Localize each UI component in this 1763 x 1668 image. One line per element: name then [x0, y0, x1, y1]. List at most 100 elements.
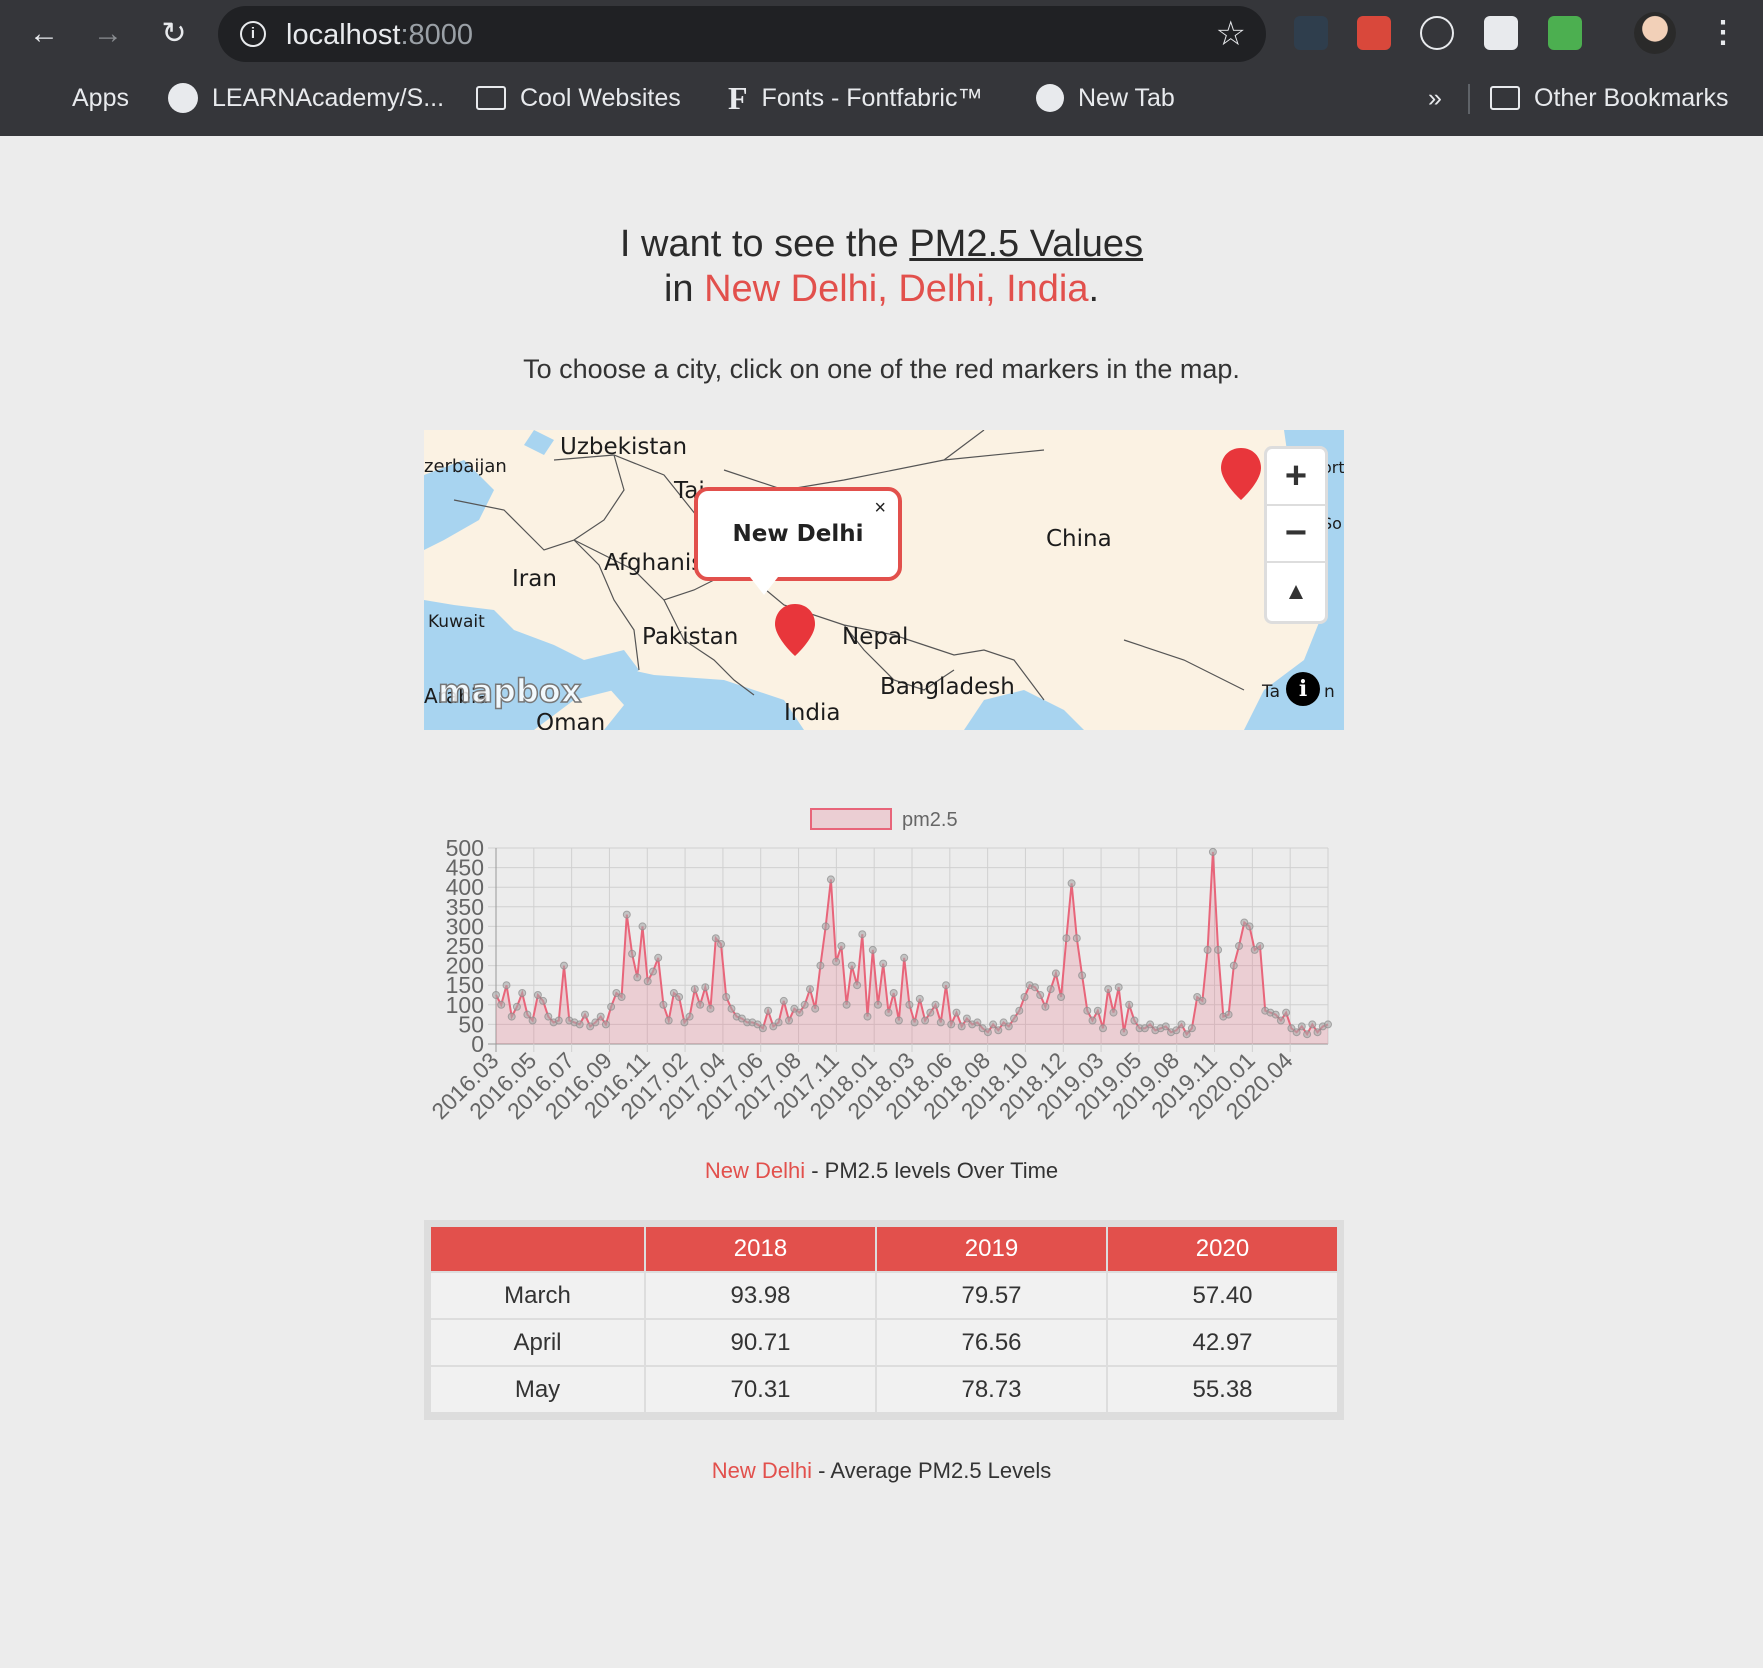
- headline-prefix: I want to see the: [619, 223, 910, 265]
- address-bar[interactable]: i localhost:8000 ☆: [218, 6, 1266, 62]
- back-arrow-icon[interactable]: ←: [24, 14, 64, 54]
- bookmark-label: Fonts - Fontfabric™: [761, 83, 983, 112]
- bookmark-label: Apps: [72, 83, 129, 112]
- data-point: [863, 1012, 872, 1021]
- data-point: [1041, 1002, 1050, 1011]
- data-point: [591, 1018, 600, 1027]
- data-point: [1172, 1026, 1181, 1035]
- data-point: [1072, 934, 1081, 943]
- compass-reset-button[interactable]: ▲: [1267, 563, 1325, 620]
- city-marker-new-delhi[interactable]: [772, 602, 818, 658]
- city-map[interactable]: Uzbekistan zerbaijan Taj China Iran Afgh…: [424, 430, 1344, 730]
- data-point: [664, 1016, 673, 1025]
- reload-icon[interactable]: ↻: [154, 14, 194, 54]
- legend-label: pm2.5: [902, 809, 958, 831]
- bookmark-label: New Tab: [1078, 83, 1175, 112]
- data-point: [806, 985, 814, 994]
- data-point: [1198, 996, 1207, 1005]
- data-point: [926, 1008, 935, 1017]
- chart-caption: New Delhi - PM2.5 levels Over Time: [0, 1158, 1763, 1184]
- data-point: [1282, 1008, 1291, 1017]
- github-icon: [168, 83, 198, 113]
- data-point: [1046, 985, 1055, 994]
- react-devtools-icon[interactable]: [1357, 16, 1391, 50]
- data-point: [518, 989, 527, 997]
- data-point: [1088, 1016, 1097, 1025]
- zoom-in-button[interactable]: +: [1267, 449, 1325, 506]
- profile-avatar[interactable]: [1634, 12, 1676, 54]
- data-point: [800, 1000, 809, 1009]
- mail-extension-icon[interactable]: [1548, 16, 1582, 50]
- table-row: May 70.31 78.73 55.38: [431, 1367, 1337, 1412]
- zoom-out-button[interactable]: −: [1267, 506, 1325, 563]
- bookmark-cool-websites[interactable]: Cool Websites: [476, 82, 681, 114]
- data-point: [654, 953, 663, 962]
- mapbox-logo[interactable]: mapbox: [437, 671, 582, 711]
- headline-line-1: I want to see the PM2.5 Values: [0, 222, 1763, 267]
- data-point: [628, 949, 637, 958]
- data-point: [1093, 1006, 1102, 1015]
- menu-kebab-icon[interactable]: ⋮: [1708, 12, 1738, 54]
- popup-tip: [750, 577, 778, 595]
- bookmark-fontfabric[interactable]: F Fonts - Fontfabric™: [728, 80, 983, 116]
- data-point: [1031, 983, 1039, 992]
- bookmark-other-bookmarks[interactable]: Other Bookmarks: [1490, 82, 1729, 114]
- map-navigation-control: + − ▲: [1264, 446, 1328, 624]
- data-point: [596, 1012, 605, 1021]
- averages-table: 2018 2019 2020 March 93.98 79.57 57.40 A…: [429, 1225, 1339, 1414]
- table-header: [431, 1227, 644, 1271]
- data-point: [989, 1020, 998, 1029]
- data-point: [1051, 969, 1060, 978]
- data-point: [853, 981, 862, 990]
- page-headline: I want to see the PM2.5 Values in New De…: [0, 222, 1763, 312]
- map-instructions: To choose a city, click on one of the re…: [523, 354, 1240, 384]
- data-point: [1297, 1022, 1306, 1031]
- forward-arrow-icon[interactable]: →: [88, 14, 128, 54]
- map-label: zerbaijan: [424, 456, 507, 477]
- data-point: [1010, 1014, 1018, 1023]
- data-point: [931, 1000, 940, 1009]
- attribution-info-icon[interactable]: i: [1286, 672, 1320, 706]
- data-point: [1078, 971, 1087, 980]
- url-text[interactable]: localhost:8000: [286, 19, 473, 52]
- data-point: [1235, 942, 1243, 950]
- table-cell: 76.56: [877, 1320, 1106, 1365]
- popup-close-icon[interactable]: ×: [874, 497, 886, 520]
- data-point: [649, 967, 657, 976]
- y-tick-label: 500: [446, 835, 484, 861]
- data-point: [957, 1022, 966, 1031]
- bookmark-apps[interactable]: Apps: [32, 82, 129, 114]
- table-header: 2019: [877, 1227, 1106, 1271]
- bookmarks-overflow-button[interactable]: »: [1428, 82, 1442, 114]
- site-info-icon[interactable]: i: [240, 21, 266, 47]
- data-point: [884, 1008, 893, 1017]
- data-point: [685, 1012, 694, 1021]
- chart-caption-city: New Delhi: [704, 1158, 806, 1183]
- metric-link[interactable]: PM2.5 Values: [909, 223, 1143, 265]
- url-host: localhost: [286, 19, 401, 51]
- table-header-row: 2018 2019 2020: [431, 1227, 1337, 1271]
- data-point: [1119, 1028, 1128, 1037]
- bookmark-new-tab[interactable]: New Tab: [1036, 82, 1175, 114]
- notes-extension-icon[interactable]: [1484, 16, 1518, 50]
- bookmark-star-icon[interactable]: ☆: [1216, 14, 1246, 54]
- apps-grid-icon: [32, 85, 58, 111]
- table-row: March 93.98 79.57 57.40: [431, 1273, 1337, 1318]
- data-point: [1067, 879, 1076, 888]
- data-point: [1015, 1006, 1024, 1015]
- data-point: [1062, 934, 1071, 943]
- map-label: Kuwait: [428, 612, 485, 632]
- data-point: [983, 1028, 992, 1037]
- data-point: [962, 1014, 971, 1023]
- data-point: [1324, 1020, 1332, 1029]
- data-point: [1224, 1010, 1233, 1019]
- data-point: [643, 977, 652, 986]
- data-point: [1182, 1030, 1191, 1039]
- city-marker-beijing[interactable]: [1218, 446, 1264, 502]
- bookmark-learnacademy[interactable]: LEARNAcademy/S...: [168, 82, 444, 114]
- weather-extension-icon[interactable]: [1420, 16, 1454, 50]
- browser-chrome: ← → ↻ i localhost:8000 ☆ ⋮ Apps LEARNAca…: [0, 0, 1763, 136]
- data-point: [847, 961, 856, 970]
- data-point: [617, 993, 626, 1001]
- extension-dots-icon[interactable]: [1294, 16, 1328, 50]
